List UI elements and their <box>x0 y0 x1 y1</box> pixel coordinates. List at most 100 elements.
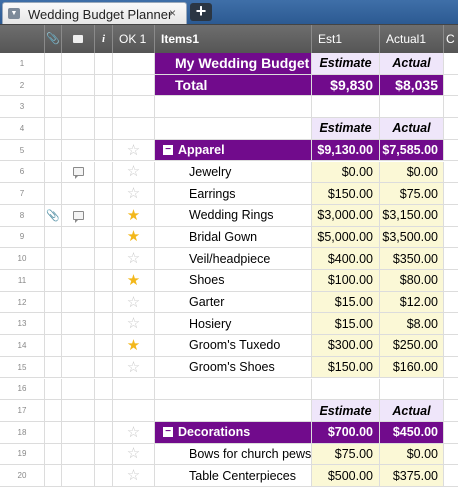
estimate-cell[interactable] <box>312 378 380 400</box>
info-cell[interactable] <box>95 400 113 421</box>
discussion-cell[interactable] <box>62 465 95 486</box>
row-number[interactable]: 5 <box>0 139 45 161</box>
est-column-header[interactable]: Est1 <box>312 25 380 54</box>
info-cell[interactable] <box>95 161 113 183</box>
actual-cell[interactable]: $375.00 <box>380 465 444 486</box>
extra-cell[interactable] <box>444 53 458 74</box>
estimate-cell[interactable] <box>312 96 380 118</box>
info-cell[interactable] <box>95 74 113 96</box>
estimate-cell[interactable]: Estimate <box>312 400 380 421</box>
table-row[interactable]: 15 ☆ Groom's Shoes $150.00 $160.00 <box>0 356 458 379</box>
ok-cell[interactable] <box>113 118 155 139</box>
attachment-cell[interactable] <box>45 53 62 74</box>
star-filled-icon[interactable]: ★ <box>127 273 140 288</box>
estimate-cell[interactable]: $3,000.00 <box>312 204 380 226</box>
attachment-cell[interactable] <box>45 356 62 378</box>
star-empty-icon[interactable]: ☆ <box>127 360 140 375</box>
table-row[interactable]: 2 Total $9,830 $8,035 <box>0 74 458 97</box>
actual-cell[interactable]: $80.00 <box>380 270 444 291</box>
table-row[interactable]: 17 Estimate Actual <box>0 400 458 422</box>
table-row[interactable]: 9 ★ Bridal Gown $5,000.00 $3,500.00 <box>0 226 458 249</box>
discussion-cell[interactable] <box>62 356 95 378</box>
info-cell[interactable] <box>95 335 113 356</box>
attachment-cell[interactable] <box>45 313 62 335</box>
discussion-cell[interactable] <box>62 291 95 313</box>
attachment-cell[interactable] <box>45 378 62 400</box>
item-cell[interactable]: Jewelry <box>155 161 312 183</box>
actual-column-header[interactable]: Actual1 <box>380 25 444 54</box>
info-cell[interactable] <box>95 226 113 248</box>
attachment-cell[interactable] <box>45 421 62 443</box>
ok-cell[interactable]: ☆ <box>113 465 155 486</box>
actual-cell[interactable]: Actual <box>380 118 444 139</box>
info-column-header[interactable]: i <box>95 25 113 54</box>
comment-icon[interactable] <box>72 210 84 223</box>
attachment-cell[interactable] <box>45 400 62 421</box>
attachment-cell[interactable] <box>45 74 62 96</box>
estimate-cell[interactable]: $400.00 <box>312 248 380 269</box>
attachment-cell[interactable] <box>45 335 62 356</box>
discussion-cell[interactable] <box>62 226 95 248</box>
table-row[interactable]: 7 ☆ Earrings $150.00 $75.00 <box>0 183 458 205</box>
info-cell[interactable] <box>95 204 113 226</box>
table-row[interactable]: 14 ★ Groom's Tuxedo $300.00 $250.00 <box>0 335 458 357</box>
attachment-cell[interactable] <box>45 248 62 269</box>
table-row[interactable]: 20 ☆ Table Centerpieces $500.00 $375.00 <box>0 465 458 487</box>
item-cell[interactable]: Earrings <box>155 183 312 204</box>
close-icon[interactable]: × <box>169 6 176 20</box>
row-number[interactable]: 10 <box>0 248 45 269</box>
star-empty-icon[interactable]: ☆ <box>127 295 140 310</box>
extra-cell[interactable] <box>444 75 458 96</box>
add-tab-button[interactable]: + <box>190 2 212 21</box>
info-cell[interactable] <box>95 96 113 118</box>
discussion-column-header[interactable] <box>62 25 95 54</box>
row-number[interactable]: 20 <box>0 465 45 486</box>
star-empty-icon[interactable]: ☆ <box>127 164 140 179</box>
item-cell[interactable] <box>155 400 312 421</box>
ok-column-header[interactable]: OK 1 <box>113 25 155 54</box>
item-cell[interactable]: − Decorations <box>155 421 312 443</box>
extra-cell[interactable] <box>444 400 458 421</box>
item-cell[interactable]: Shoes <box>155 270 312 291</box>
discussion-cell[interactable] <box>62 96 95 118</box>
row-number[interactable]: 13 <box>0 313 45 335</box>
table-row[interactable]: 3 <box>0 96 458 119</box>
info-cell[interactable] <box>95 421 113 443</box>
discussion-cell[interactable] <box>62 421 95 443</box>
extra-cell[interactable] <box>444 357 458 378</box>
row-number[interactable]: 4 <box>0 118 45 139</box>
actual-cell[interactable]: $8.00 <box>380 313 444 335</box>
estimate-cell[interactable]: $9,830 <box>312 74 380 96</box>
table-row[interactable]: 8 📎 ★ Wedding Rings $3,000.00 $3,150.00 <box>0 204 458 227</box>
info-cell[interactable] <box>95 356 113 378</box>
ok-cell[interactable]: ★ <box>113 226 155 248</box>
estimate-cell[interactable]: $75.00 <box>312 443 380 465</box>
info-cell[interactable] <box>95 139 113 161</box>
item-cell[interactable]: Bridal Gown <box>155 226 312 248</box>
info-cell[interactable] <box>95 183 113 204</box>
item-cell[interactable]: Wedding Rings <box>155 204 312 226</box>
row-number[interactable]: 9 <box>0 226 45 248</box>
estimate-cell[interactable]: $15.00 <box>312 313 380 335</box>
row-number-header[interactable] <box>0 25 45 54</box>
actual-cell[interactable]: $160.00 <box>380 356 444 378</box>
estimate-cell[interactable]: Estimate <box>312 118 380 139</box>
row-number[interactable]: 17 <box>0 400 45 421</box>
discussion-cell[interactable] <box>62 204 95 226</box>
item-cell[interactable] <box>155 118 312 139</box>
ok-cell[interactable] <box>113 400 155 421</box>
sheet-tab[interactable]: ▼ Wedding Budget Planner × <box>2 2 187 24</box>
row-number[interactable]: 12 <box>0 291 45 313</box>
attachment-cell[interactable] <box>45 465 62 486</box>
extra-cell[interactable] <box>444 444 458 465</box>
discussion-cell[interactable] <box>62 400 95 421</box>
actual-cell[interactable] <box>380 378 444 400</box>
extra-cell[interactable] <box>444 465 458 486</box>
discussion-cell[interactable] <box>62 335 95 356</box>
discussion-cell[interactable] <box>62 118 95 139</box>
actual-cell[interactable]: Actual <box>380 53 444 74</box>
estimate-cell[interactable]: $500.00 <box>312 465 380 486</box>
attachment-cell[interactable] <box>45 226 62 248</box>
item-cell[interactable]: Hosiery <box>155 313 312 335</box>
table-row[interactable]: 19 ☆ Bows for church pews $75.00 $0.00 <box>0 443 458 466</box>
